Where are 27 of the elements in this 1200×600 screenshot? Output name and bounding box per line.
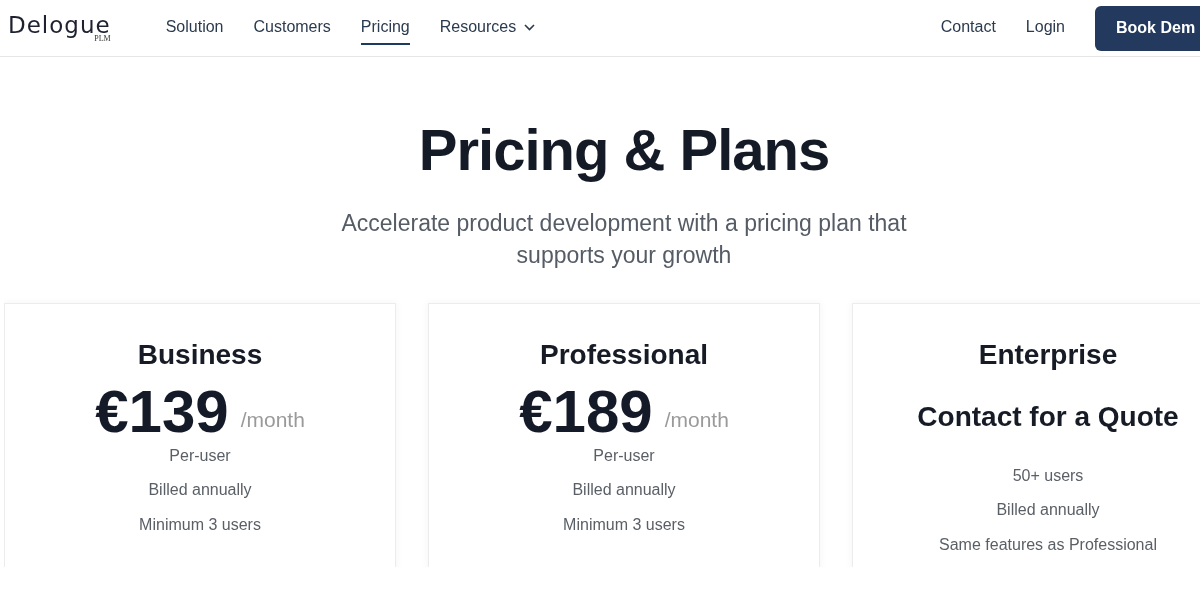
logo[interactable]: Delogue PLM (8, 13, 111, 43)
plan-feature: 50+ users (1011, 465, 1085, 486)
plan-feature: Minimum 3 users (138, 515, 262, 536)
nav-link[interactable]: Customers (253, 11, 331, 45)
plan-feature: Minimum 3 users (562, 515, 686, 536)
plan-name: Enterprise (977, 337, 1119, 372)
price: €139 (95, 381, 229, 442)
nav-link[interactable]: Login (1025, 11, 1065, 45)
page-subtitle: Accelerate product development with a pricing plan that supports your growth (340, 208, 908, 270)
page-title: Pricing & Plans (417, 116, 831, 184)
plan-feature: Billed annually (147, 480, 253, 501)
price-period: /month (240, 407, 305, 434)
price-period: /month (664, 407, 729, 434)
plan-feature: Same features as Professional (938, 535, 1158, 556)
plan-feature: Per-user (168, 445, 232, 466)
nav-link[interactable]: Pricing (360, 11, 410, 45)
plan-name: Business (136, 337, 264, 372)
plan-feature: Per-user (592, 445, 656, 466)
price: €189 (519, 381, 653, 442)
quote-label: Contact for a Quote (916, 399, 1180, 434)
nav-link[interactable]: Contact (940, 11, 996, 45)
plan-feature: Billed annually (995, 500, 1101, 521)
plan-name: Professional (538, 337, 710, 372)
nav-link[interactable]: Solution (165, 11, 224, 45)
book-demo-button[interactable]: Book Dem (1095, 5, 1200, 51)
nav-link[interactable]: Resources (439, 11, 536, 45)
plan-feature: Billed annually (571, 480, 677, 501)
